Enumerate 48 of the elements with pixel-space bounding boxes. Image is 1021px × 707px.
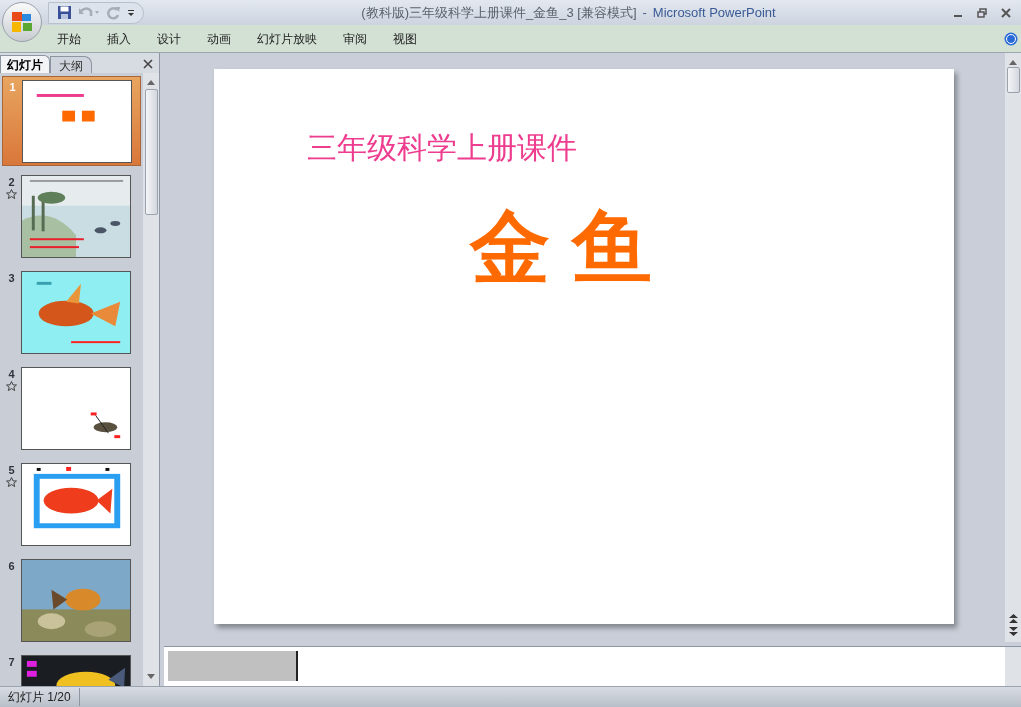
save-icon[interactable]: [57, 5, 72, 20]
customize-caret-icon[interactable]: [127, 8, 135, 17]
slide-number: 2: [8, 175, 15, 189]
ribbon-tab[interactable]: 幻灯片放映: [244, 26, 330, 51]
scroll-up-icon[interactable]: [1009, 59, 1017, 65]
slide-thumbnail-row[interactable]: 3: [2, 268, 141, 358]
help-icon[interactable]: [1004, 31, 1018, 46]
previous-slide-icon[interactable]: [1008, 614, 1018, 623]
ribbon-tab[interactable]: 审阅: [330, 26, 380, 51]
vertical-scrollbar[interactable]: [143, 73, 159, 686]
slide-number: 1: [9, 80, 16, 94]
title-separator: -: [642, 3, 647, 22]
office-button[interactable]: [2, 2, 42, 42]
slide-counter: 幻灯片 1/20: [0, 688, 80, 706]
app-name: Microsoft PowerPoint: [652, 3, 776, 22]
scroll-down-icon[interactable]: [147, 674, 155, 680]
slide-thumbnail-row[interactable]: 7: [2, 652, 141, 686]
restore-icon[interactable]: [977, 7, 987, 18]
ribbon-tab[interactable]: 动画: [194, 26, 244, 51]
scroll-thumb[interactable]: [1006, 67, 1020, 93]
close-pane-icon[interactable]: [143, 59, 153, 69]
ribbon-tab[interactable]: 插入: [94, 26, 144, 51]
scroll-up-icon[interactable]: [147, 79, 155, 85]
notes-scrollbar[interactable]: [1005, 647, 1021, 686]
slide-thumbnail-row[interactable]: 2: [2, 172, 141, 262]
slide-number: 7: [8, 655, 15, 669]
main-scrollbar[interactable]: [1005, 53, 1021, 642]
slide-canvas[interactable]: 三年级科学上册课件 金 鱼: [214, 69, 954, 624]
ribbon-tab[interactable]: 设计: [144, 26, 194, 51]
pane-tab[interactable]: 幻灯片: [0, 55, 50, 73]
slide-number: 6: [8, 559, 15, 573]
slide-number: 4: [8, 367, 15, 381]
window-title: (教科版)三年级科学上册课件_金鱼_3 [兼容模式]: [361, 3, 637, 22]
slide-thumbnail-row[interactable]: 5: [2, 460, 141, 550]
slide-number: 3: [8, 271, 15, 285]
close-icon[interactable]: [1001, 7, 1011, 18]
slide-title: 金 鱼: [470, 208, 654, 288]
ribbon-tab[interactable]: 开始: [44, 26, 94, 51]
slide-subtitle: 三年级科学上册课件: [307, 133, 578, 163]
office-logo-icon: [10, 10, 34, 34]
next-slide-icon[interactable]: [1008, 627, 1018, 636]
pane-tab[interactable]: 大纲: [50, 56, 92, 73]
ribbon-tab[interactable]: 视图: [380, 26, 430, 51]
slide-thumbnail-row[interactable]: 6: [2, 556, 141, 646]
scroll-thumb[interactable]: [144, 89, 158, 215]
slide-number: 5: [8, 463, 15, 477]
slide-thumbnail-row[interactable]: 4: [2, 364, 141, 454]
slide-thumbnail[interactable]: [22, 80, 132, 163]
